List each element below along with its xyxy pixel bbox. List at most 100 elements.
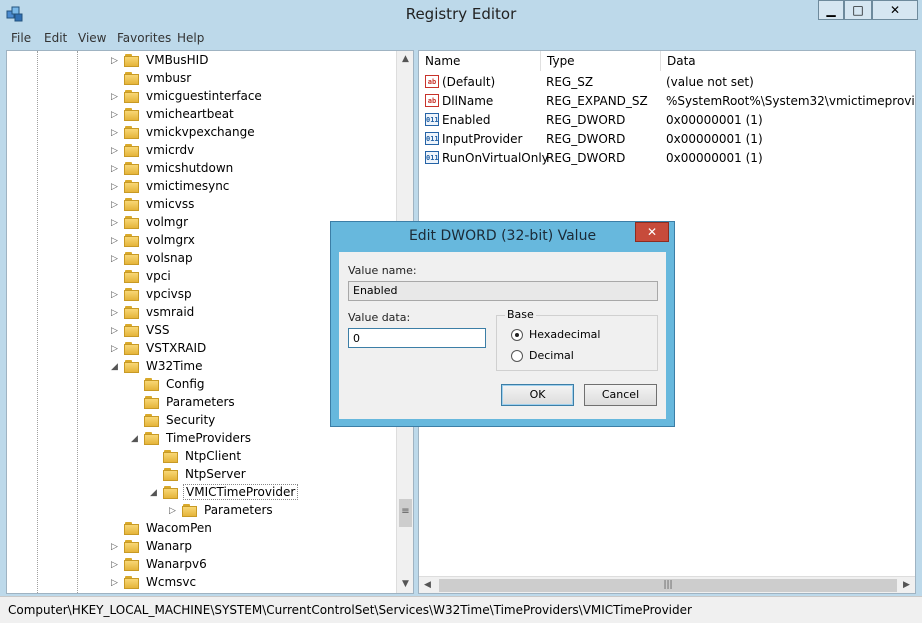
decimal-radio[interactable]: Decimal xyxy=(511,349,651,365)
values-horizontal-scrollbar[interactable]: ◀ ||| ▶ xyxy=(419,576,915,593)
folder-icon xyxy=(124,198,139,211)
expanded-arrow-icon[interactable]: ◢ xyxy=(131,433,141,445)
collapsed-arrow-icon[interactable]: ▷ xyxy=(111,325,121,337)
value-name-cell: RunOnVirtualOnly xyxy=(442,151,549,165)
tree-item[interactable]: ▷ vmicshutdown xyxy=(7,160,395,178)
menu-edit[interactable]: Edit xyxy=(44,31,67,45)
column-header-name[interactable]: Name xyxy=(419,51,541,71)
tree-item-label: volmgrx xyxy=(146,233,195,247)
value-type-cell: REG_DWORD xyxy=(546,151,626,165)
collapsed-arrow-icon[interactable]: ▷ xyxy=(169,505,179,517)
value-type-cell: REG_EXPAND_SZ xyxy=(546,94,648,108)
collapsed-arrow-icon[interactable]: ▷ xyxy=(111,559,121,571)
tree-item[interactable]: ▷ vmicrdv xyxy=(7,142,395,160)
collapsed-arrow-icon[interactable]: ▷ xyxy=(111,343,121,355)
value-name-cell: (Default) xyxy=(442,75,496,89)
tree-item[interactable]: ▷ Wanarp xyxy=(7,538,395,556)
tree-item-label: vmicheartbeat xyxy=(146,107,234,121)
dialog-close-button[interactable]: ✕ xyxy=(635,222,669,242)
value-type-cell: REG_DWORD xyxy=(546,132,626,146)
tree-item-label: Wcmsvc xyxy=(146,575,197,589)
close-button[interactable]: ✕ xyxy=(872,0,918,20)
tree-item[interactable]: ▷ vmickvpexchange xyxy=(7,124,395,142)
value-data-input[interactable] xyxy=(348,328,486,348)
value-name-cell: DllName xyxy=(442,94,494,108)
value-row[interactable]: 011 InputProvider REG_DWORD 0x00000001 (1) xyxy=(419,129,915,148)
collapsed-arrow-icon[interactable]: ▷ xyxy=(111,91,121,103)
scroll-right-icon[interactable]: ▶ xyxy=(898,577,915,593)
edit-dword-dialog: Edit DWORD (32-bit) Value ✕ Value name: … xyxy=(330,221,675,427)
tree-item-label: NtpClient xyxy=(185,449,242,463)
tree-item[interactable]: ▷ vmicheartbeat xyxy=(7,106,395,124)
collapsed-arrow-icon[interactable]: ▷ xyxy=(111,145,121,157)
decimal-label: Decimal xyxy=(529,349,574,362)
folder-icon xyxy=(124,360,139,373)
tree-item-label: W32Time xyxy=(146,359,203,373)
collapsed-arrow-icon[interactable]: ▷ xyxy=(111,217,121,229)
folder-icon xyxy=(124,180,139,193)
tree-item[interactable]: WacomPen xyxy=(7,520,395,538)
folder-icon xyxy=(144,432,159,445)
value-row[interactable]: 011 RunOnVirtualOnly REG_DWORD 0x00000001 (… xyxy=(419,148,915,167)
menu-favorites[interactable]: Favorites xyxy=(117,31,171,45)
folder-icon xyxy=(124,108,139,121)
tree-item[interactable]: ◢ TimeProviders xyxy=(7,430,395,448)
scroll-thumb[interactable]: ||| xyxy=(439,579,897,592)
expanded-arrow-icon[interactable]: ◢ xyxy=(150,487,160,499)
tree-item-label: volmgr xyxy=(146,215,189,229)
tree-item-label: vmicshutdown xyxy=(146,161,234,175)
tree-item[interactable]: ▷ VMBusHID xyxy=(7,52,395,70)
tree-item[interactable]: ◢ VMICTimeProvider xyxy=(7,484,395,502)
cancel-button[interactable]: Cancel xyxy=(584,384,657,406)
menu-view[interactable]: View xyxy=(78,31,106,45)
column-header-type[interactable]: Type xyxy=(541,51,661,71)
menu-help[interactable]: Help xyxy=(177,31,204,45)
tree-item-label: VMICTimeProvider xyxy=(183,484,299,500)
tree-item[interactable]: ▷ vmicvss xyxy=(7,196,395,214)
binary-value-icon: 011 xyxy=(425,113,439,126)
scroll-down-icon[interactable]: ▼ xyxy=(397,576,413,593)
collapsed-arrow-icon[interactable]: ▷ xyxy=(111,307,121,319)
scroll-thumb[interactable]: ≡ xyxy=(399,499,412,527)
column-header-data[interactable]: Data xyxy=(661,51,915,71)
scroll-left-icon[interactable]: ◀ xyxy=(419,577,436,593)
tree-item[interactable]: vmbusr xyxy=(7,70,395,88)
collapsed-arrow-icon[interactable]: ▷ xyxy=(111,55,121,67)
collapsed-arrow-icon[interactable]: ▷ xyxy=(111,541,121,553)
folder-icon xyxy=(163,450,178,463)
collapsed-arrow-icon[interactable]: ▷ xyxy=(111,127,121,139)
hexadecimal-radio[interactable]: Hexadecimal xyxy=(511,328,651,344)
value-name-label: Value name: xyxy=(348,264,417,277)
tree-item[interactable]: NtpServer xyxy=(7,466,395,484)
tree-item[interactable]: ▷ vmicguestinterface xyxy=(7,88,395,106)
value-row[interactable]: ab DllName REG_EXPAND_SZ %SystemRoot%\Syste… xyxy=(419,91,915,110)
scroll-up-icon[interactable]: ▲ xyxy=(397,51,413,68)
collapsed-arrow-icon[interactable]: ▷ xyxy=(111,235,121,247)
tree-item[interactable]: ▷ vmictimesync xyxy=(7,178,395,196)
tree-item-label: Wanarp xyxy=(146,539,192,553)
collapsed-arrow-icon[interactable]: ▷ xyxy=(111,109,121,121)
value-data-cell: 0x00000001 (1) xyxy=(666,113,763,127)
folder-icon xyxy=(124,234,139,247)
folder-icon xyxy=(124,306,139,319)
tree-item[interactable]: NtpClient xyxy=(7,448,395,466)
collapsed-arrow-icon[interactable]: ▷ xyxy=(111,181,121,193)
minimize-button[interactable]: ▁ xyxy=(818,0,844,20)
tree-item[interactable]: ▷ Parameters xyxy=(7,502,395,520)
collapsed-arrow-icon[interactable]: ▷ xyxy=(111,199,121,211)
ok-button[interactable]: OK xyxy=(501,384,574,406)
collapsed-arrow-icon[interactable]: ▷ xyxy=(111,577,121,589)
tree-item[interactable]: ▷ Wanarpv6 xyxy=(7,556,395,574)
collapsed-arrow-icon[interactable]: ▷ xyxy=(111,163,121,175)
expanded-arrow-icon[interactable]: ◢ xyxy=(111,361,121,373)
collapsed-arrow-icon[interactable]: ▷ xyxy=(111,253,121,265)
base-group: Base Hexadecimal Decimal xyxy=(496,308,658,371)
folder-icon xyxy=(124,540,139,553)
maximize-button[interactable]: □ xyxy=(844,0,872,20)
tree-item-label: WacomPen xyxy=(146,521,212,535)
menu-file[interactable]: File xyxy=(11,31,31,45)
collapsed-arrow-icon[interactable]: ▷ xyxy=(111,289,121,301)
value-row[interactable]: ab (Default) REG_SZ (value not set) xyxy=(419,72,915,91)
tree-item[interactable]: ▷ Wcmsvc xyxy=(7,574,395,592)
value-row[interactable]: 011 Enabled REG_DWORD 0x00000001 (1) xyxy=(419,110,915,129)
